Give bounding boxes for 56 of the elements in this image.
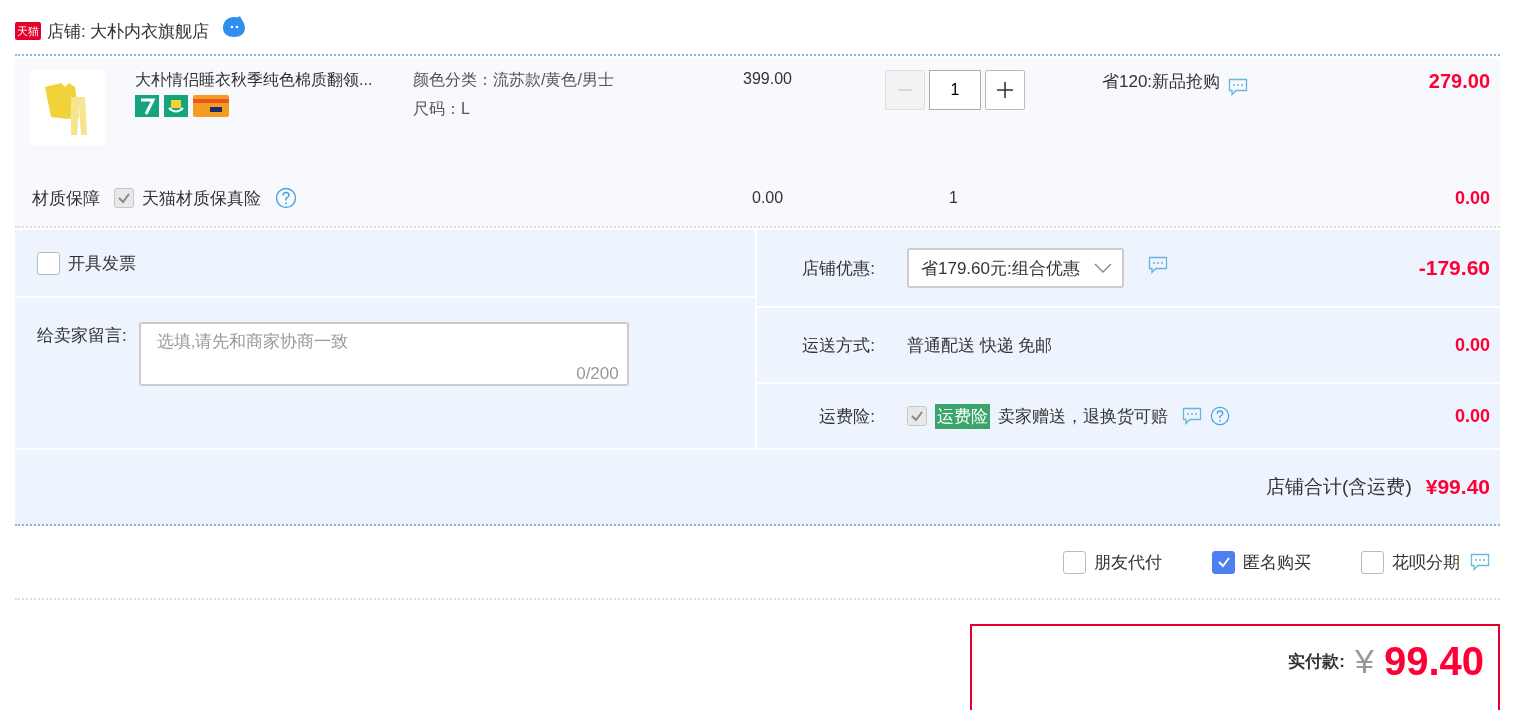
currency-symbol: ¥ (1354, 641, 1374, 681)
discount-label: 店铺优惠: (801, 257, 876, 280)
discount-amount: -179.60 (1417, 256, 1491, 280)
shipping-amount: 0.00 (1453, 334, 1491, 356)
option-label: 朋友代付 (1094, 551, 1162, 574)
unit-price: 399.00 (743, 70, 793, 89)
card-icon (193, 95, 229, 117)
option-checkbox[interactable] (1063, 550, 1086, 574)
message-label: 给卖家留言: (37, 325, 127, 347)
insurance-option: 天猫材质保真险 (142, 186, 261, 210)
product-title[interactable]: 大朴情侣睡衣秋季纯色棉质翻领... (135, 70, 413, 91)
chat-icon[interactable] (1470, 553, 1490, 571)
check-icon (910, 409, 924, 423)
invoice-checkbox[interactable] (37, 251, 60, 275)
insurance-quantity: 1 (948, 189, 959, 207)
option-label: 花呗分期 (1392, 551, 1460, 574)
shipping-method: 普通配送 快递 免邮 (907, 334, 1053, 357)
plus-icon (996, 81, 1014, 99)
help-icon[interactable] (1210, 406, 1230, 426)
quantity-input[interactable]: 1 (929, 70, 981, 110)
seven-day-return-icon (135, 95, 159, 117)
insurance-label: 材质保障 (32, 187, 100, 210)
chat-icon[interactable] (1228, 78, 1249, 96)
check-icon (117, 191, 131, 205)
item-subtotal: 279.00 (1427, 70, 1491, 94)
invoice-label: 开具发票 (68, 252, 136, 275)
payment-amount: 99.40 (1383, 638, 1484, 684)
shipping-label: 运送方式: (801, 334, 876, 357)
store-name[interactable]: 店铺: 大朴内衣旗舰店 (47, 19, 210, 43)
store-total-label: 店铺合计(含运费) (1266, 475, 1412, 499)
insurance-subtotal: 0.00 (1453, 187, 1491, 209)
help-icon[interactable] (275, 187, 297, 209)
product-photo-placeholder[interactable] (30, 70, 105, 145)
caret-icon (1093, 262, 1112, 274)
chat-bubble-icon[interactable] (221, 15, 248, 39)
increase-button[interactable] (985, 70, 1025, 110)
character-counter: 0/200 (576, 364, 619, 384)
sku-text: 尺码：L (413, 99, 471, 119)
discount-select[interactable]: 省179.60元:组合优惠 (907, 248, 1124, 288)
option-label: 匿名购买 (1243, 551, 1311, 574)
option-checkbox[interactable] (1361, 550, 1384, 574)
payment-label: 实付款: (1288, 650, 1345, 673)
option-checkbox[interactable] (1212, 550, 1235, 574)
freight-insurance-amount: 0.00 (1453, 405, 1491, 427)
check-icon (1216, 555, 1231, 569)
store-badge: 天猫 (15, 22, 41, 40)
freight-insurance-text: 卖家赠送，退换货可赔 (998, 405, 1168, 428)
freight-insurance-tag: 运费险 (935, 403, 990, 429)
chat-icon[interactable] (1182, 407, 1202, 425)
freight-insurance-label: 运费险: (818, 405, 876, 428)
bag-icon (164, 95, 188, 117)
store-total-amount: ¥99.40 (1425, 475, 1491, 499)
chat-icon[interactable] (1147, 256, 1168, 274)
promotion-text: 省120:新品抢购 (1102, 71, 1221, 93)
insurance-price: 0.00 (751, 189, 785, 207)
sku-text: 颜色分类：流苏款/黄色/男士 (413, 70, 615, 90)
